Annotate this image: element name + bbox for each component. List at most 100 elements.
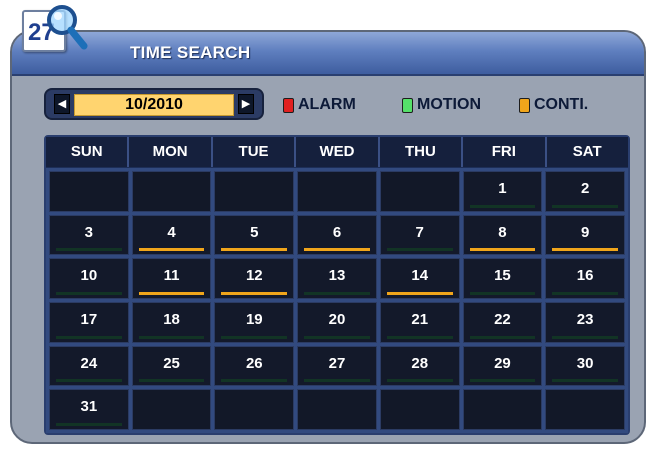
day-cell[interactable]: 26 (214, 345, 295, 387)
empty-day-cell (131, 389, 212, 430)
day-cell[interactable]: 30 (545, 345, 625, 387)
calendar-grid: SUN MON TUE WED THU FRI SAT 1 2 3 4 5 6 7 8 9 10 1… (44, 135, 630, 435)
day-cell[interactable]: 6 (297, 214, 377, 256)
day-number: 15 (494, 267, 511, 285)
continuous-recording-bar (221, 248, 288, 252)
no-recording-bar (221, 379, 288, 383)
day-cell[interactable]: 15 (462, 258, 543, 299)
day-cell[interactable]: 23 (545, 302, 625, 343)
empty-day-cell (49, 171, 129, 212)
day-cell[interactable]: 14 (379, 258, 460, 299)
day-number: 25 (163, 354, 180, 372)
no-recording-bar (304, 379, 370, 383)
day-cell[interactable]: 25 (131, 345, 212, 387)
no-recording-bar (221, 335, 288, 339)
day-number: 2 (580, 180, 590, 197)
day-cell[interactable]: 17 (49, 302, 129, 343)
no-recording-bar (56, 379, 122, 383)
day-cell[interactable]: 12 (214, 258, 295, 299)
day-cell[interactable]: 20 (297, 302, 377, 343)
conti-swatch-icon (519, 97, 530, 113)
no-recording-bar (386, 379, 453, 383)
day-number: 9 (580, 223, 590, 241)
no-recording-bar (552, 335, 618, 339)
day-cell[interactable]: 24 (49, 345, 129, 387)
no-recording-bar (138, 379, 205, 383)
day-number: 3 (84, 223, 94, 241)
day-number: 11 (163, 267, 180, 285)
no-recording-bar (469, 292, 536, 295)
day-cell[interactable]: 2 (545, 171, 625, 212)
empty-day-cell (214, 389, 295, 430)
prev-month-button[interactable]: ◀ (54, 94, 70, 114)
empty-day-cell (379, 171, 460, 212)
day-cell[interactable]: 31 (49, 389, 129, 430)
empty-day-cell (297, 389, 377, 430)
day-number: 31 (80, 398, 98, 416)
empty-day-cell (214, 171, 295, 212)
day-cell[interactable]: 27 (297, 345, 377, 387)
day-cell[interactable]: 29 (462, 345, 543, 387)
continuous-recording-bar (138, 292, 205, 295)
day-cell[interactable]: 5 (214, 214, 295, 256)
day-cell[interactable]: 3 (49, 214, 129, 256)
window-title: TIME SEARCH (130, 43, 251, 62)
no-recording-bar (552, 204, 618, 208)
day-cell[interactable]: 1 (462, 171, 543, 212)
day-cell[interactable]: 9 (545, 214, 625, 256)
day-number: 28 (411, 354, 429, 372)
day-cell[interactable]: 7 (379, 214, 460, 256)
legend-alarm-label: ALARM (298, 96, 356, 113)
continuous-recording-bar (138, 248, 205, 252)
day-number: 10 (80, 267, 98, 285)
day-number: 21 (411, 311, 429, 328)
weekday-sun: SUN (46, 137, 130, 167)
legend-conti-label: CONTI. (534, 96, 589, 113)
motion-swatch-icon (402, 97, 413, 113)
day-number: 18 (163, 311, 180, 328)
day-number: 20 (328, 311, 346, 328)
empty-day-cell (462, 389, 543, 430)
day-cell[interactable]: 28 (379, 345, 460, 387)
legend-motion: MOTION (402, 96, 481, 114)
title-bar: TIME SEARCH (12, 32, 644, 76)
empty-day-cell (379, 389, 460, 430)
weekday-tue: TUE (212, 137, 297, 167)
month-value[interactable]: 10/2010 (74, 94, 234, 116)
day-number: 27 (328, 354, 346, 372)
no-recording-bar (56, 292, 122, 295)
day-number: 5 (250, 223, 259, 241)
no-recording-bar (469, 379, 536, 383)
day-cell[interactable]: 10 (49, 258, 129, 299)
continuous-recording-bar (552, 248, 618, 252)
empty-day-cell (297, 171, 377, 212)
no-recording-bar (304, 292, 370, 295)
day-cell[interactable]: 13 (297, 258, 377, 299)
day-cell[interactable]: 19 (214, 302, 295, 343)
day-cell[interactable]: 22 (462, 302, 543, 343)
legend-alarm: ALARM (283, 96, 356, 114)
legend-conti: CONTI. (519, 96, 588, 114)
no-recording-bar (56, 423, 122, 426)
weekday-header: SUN MON TUE WED THU FRI SAT (46, 137, 628, 167)
day-cell[interactable]: 16 (545, 258, 625, 299)
no-recording-bar (552, 379, 618, 383)
legend-motion-label: MOTION (417, 96, 481, 113)
day-cell[interactable]: 8 (462, 214, 543, 256)
next-month-button[interactable]: ▶ (238, 94, 254, 114)
day-number: 13 (328, 267, 346, 285)
no-recording-bar (386, 248, 453, 252)
no-recording-bar (552, 292, 618, 295)
day-number: 23 (576, 311, 594, 328)
day-grid: 1 2 3 4 5 6 7 8 9 10 11 12 13 14 15 16 17 18 19 20 21 22 23 24 2… (46, 168, 628, 433)
day-cell[interactable]: 11 (131, 258, 212, 299)
day-cell[interactable]: 21 (379, 302, 460, 343)
day-cell[interactable]: 18 (131, 302, 212, 343)
day-number: 12 (245, 267, 263, 285)
day-number: 14 (411, 267, 429, 285)
no-recording-bar (138, 335, 205, 339)
no-recording-bar (469, 335, 536, 339)
day-cell[interactable]: 4 (131, 214, 212, 256)
day-number: 16 (576, 267, 594, 285)
empty-day-cell (131, 171, 212, 212)
